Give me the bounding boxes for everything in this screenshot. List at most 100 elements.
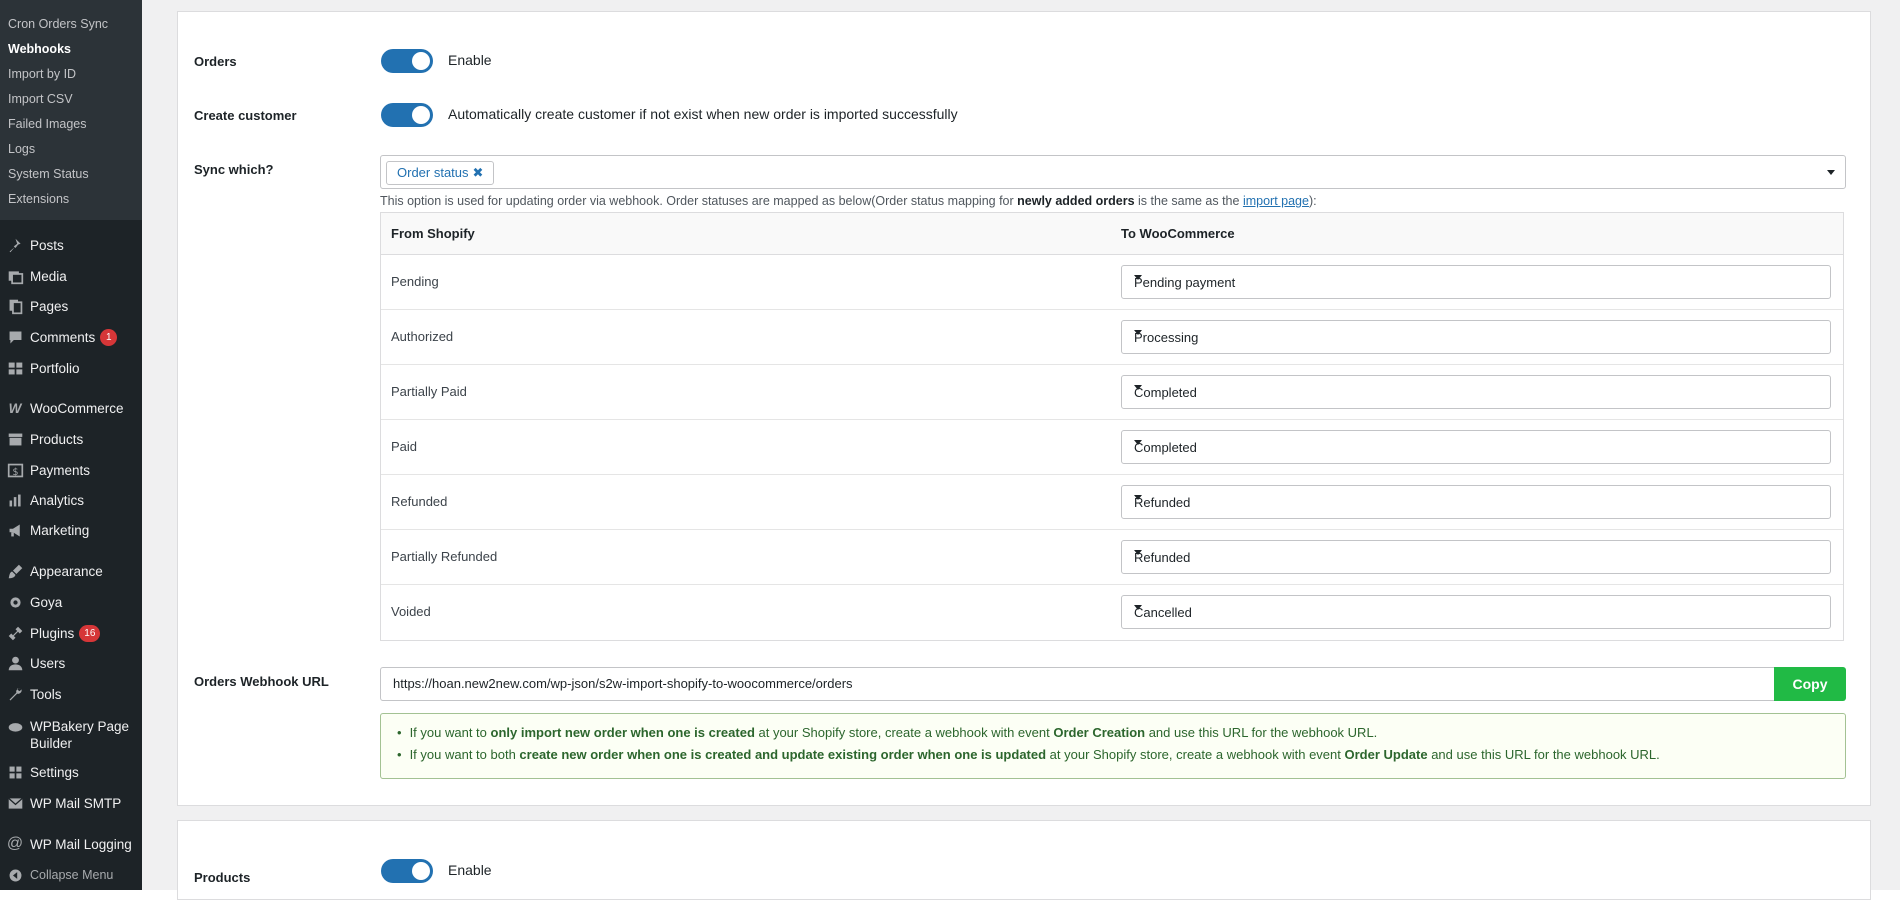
table-row: Authorized Processing [381, 310, 1843, 365]
plugins-count-badge: 16 [79, 624, 101, 642]
chevron-down-icon [1134, 440, 1142, 445]
chevron-down-icon [1134, 330, 1142, 335]
woocommerce-status-select[interactable]: Refunded [1121, 540, 1831, 574]
menu-label: WP Mail Logging [30, 836, 132, 852]
selected-value: Refunded [1134, 550, 1191, 565]
copy-button[interactable]: Copy [1774, 667, 1846, 701]
instruction-order-creation: If you want to only import new order whe… [397, 722, 1845, 744]
woocommerce-status-select[interactable]: Cancelled [1121, 595, 1831, 629]
orders-enable-text: Enable [448, 52, 492, 68]
instruction-order-update: If you want to both create new order whe… [397, 744, 1845, 766]
webhook-url-label: Orders Webhook URL [194, 674, 329, 689]
mail-icon [0, 795, 30, 812]
create-customer-toggle[interactable] [381, 103, 433, 127]
submenu-item-webhooks[interactable]: Webhooks [0, 39, 142, 64]
orders-label: Orders [194, 54, 237, 69]
collapse-icon [0, 867, 30, 884]
menu-item-analytics[interactable]: Analytics [0, 485, 142, 515]
menu-label: Media [30, 268, 67, 284]
menu-item-plugins[interactable]: Plugins 16 [0, 618, 142, 648]
products-enable-text: Enable [448, 862, 492, 878]
menu-label: Analytics [30, 492, 85, 508]
order-status-tag: Order status ✖ [386, 161, 495, 185]
selected-value: Processing [1134, 330, 1199, 345]
menu-item-portfolio[interactable]: Portfolio [0, 353, 142, 383]
submenu-item-extensions[interactable]: Extensions [0, 189, 142, 214]
dollar-icon: $ [0, 462, 30, 479]
woocommerce-status-select[interactable]: Pending payment [1121, 265, 1831, 299]
wrench-icon [0, 686, 30, 703]
selected-value: Completed [1134, 440, 1197, 455]
woocommerce-status-select[interactable]: Completed [1121, 375, 1831, 409]
orders-settings-panel: Orders Enable Create customer Automatica… [177, 11, 1871, 806]
tag-label: Order status [397, 165, 469, 180]
menu-label: Goya [30, 594, 63, 610]
menu-item-comments[interactable]: Comments 1 [0, 322, 142, 352]
orders-enable-toggle[interactable] [381, 49, 433, 73]
products-settings-panel: Products Enable [177, 820, 1871, 900]
submenu-item-import-csv[interactable]: Import CSV [0, 89, 142, 114]
remove-tag-icon[interactable]: ✖ [473, 165, 484, 180]
menu-item-users[interactable]: Users [0, 648, 142, 678]
submenu-item-logs[interactable]: Logs [0, 139, 142, 164]
shopify-status: Voided [391, 604, 431, 619]
pin-icon [0, 237, 30, 254]
menu-item-goya[interactable]: Goya [0, 587, 142, 617]
table-row: Paid Completed [381, 420, 1843, 475]
table-row: Voided Cancelled [381, 585, 1843, 640]
menu-label: Payments [30, 462, 91, 478]
portfolio-icon [0, 360, 30, 377]
menu-item-wpbakery[interactable]: WPBakery Page Builder [0, 715, 142, 755]
submenu-item-failed-images[interactable]: Failed Images [0, 114, 142, 139]
settings-icon [0, 764, 30, 781]
woo-icon: W [8, 400, 22, 416]
menu-item-posts[interactable]: Posts [0, 230, 142, 260]
plugin-icon [0, 625, 30, 642]
chevron-down-icon [1134, 495, 1142, 500]
collapse-menu-button[interactable]: Collapse Menu [0, 860, 142, 890]
create-customer-label: Create customer [194, 108, 297, 123]
col-from-shopify: From Shopify [391, 226, 475, 241]
menu-item-tools[interactable]: Tools [0, 679, 142, 709]
col-to-woocommerce: To WooCommerce [1121, 226, 1235, 241]
selected-value: Refunded [1134, 495, 1191, 510]
woocommerce-status-select[interactable]: Refunded [1121, 485, 1831, 519]
menu-label: Marketing [30, 522, 90, 538]
menu-item-media[interactable]: Media [0, 261, 142, 291]
menu-item-products[interactable]: Products [0, 424, 142, 454]
sync-which-label: Sync which? [194, 162, 274, 177]
webhook-url-input[interactable]: https://hoan.new2new.com/wp-json/s2w-imp… [380, 667, 1774, 701]
menu-item-woocommerce[interactable]: W WooCommerce [0, 393, 142, 423]
submenu-item-system-status[interactable]: System Status [0, 164, 142, 189]
menu-label: Posts [30, 237, 64, 253]
menu-item-payments[interactable]: $ Payments [0, 455, 142, 485]
comment-icon [0, 329, 30, 346]
menu-item-pages[interactable]: Pages [0, 291, 142, 321]
media-icon [0, 268, 30, 285]
shopify-status: Authorized [391, 329, 454, 344]
sync-which-description: This option is used for updating order v… [380, 194, 1317, 208]
menu-label: WooCommerce [30, 400, 124, 416]
products-enable-toggle[interactable] [381, 859, 433, 883]
submenu-item-cron-orders-sync[interactable]: Cron Orders Sync [0, 14, 142, 39]
plugin-submenu: Cron Orders Sync Webhooks Import by ID I… [0, 0, 142, 220]
selected-value: Pending payment [1134, 275, 1236, 290]
menu-label: Comments [30, 329, 96, 345]
woocommerce-status-select[interactable]: Completed [1121, 430, 1831, 464]
chevron-down-icon [1827, 170, 1835, 175]
menu-item-appearance[interactable]: Appearance [0, 556, 142, 586]
menu-item-marketing[interactable]: Marketing [0, 515, 142, 545]
main-content: Orders Enable Create customer Automatica… [142, 0, 1900, 900]
chevron-down-icon [1134, 385, 1142, 390]
woocommerce-status-select[interactable]: Processing [1121, 320, 1831, 354]
shopify-status: Paid [391, 439, 418, 454]
pages-icon [0, 298, 30, 315]
menu-label: Settings [30, 764, 79, 780]
menu-item-wp-mail-logging[interactable]: @ WP Mail Logging [0, 829, 142, 859]
sync-which-select[interactable]: Order status ✖ [380, 155, 1846, 189]
menu-item-settings[interactable]: Settings [0, 757, 142, 787]
menu-item-wp-mail-smtp[interactable]: WP Mail SMTP [0, 788, 142, 818]
import-page-link[interactable]: import page [1243, 194, 1309, 208]
submenu-item-import-by-id[interactable]: Import by ID [0, 64, 142, 89]
menu-label: Collapse Menu [30, 868, 114, 882]
